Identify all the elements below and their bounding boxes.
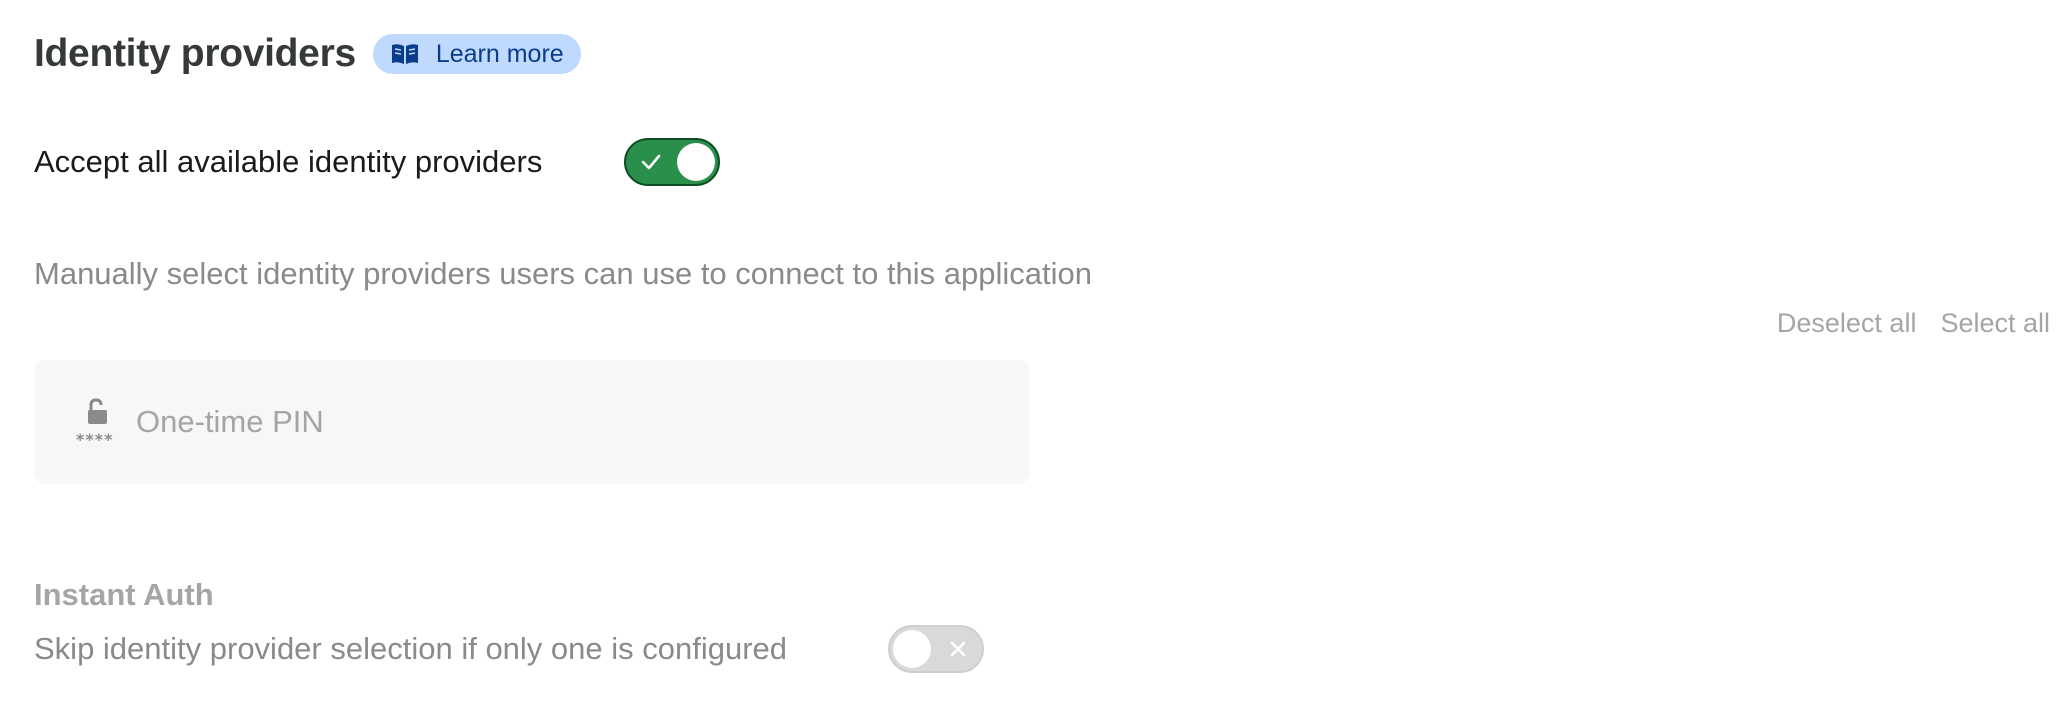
checkmark-icon (640, 152, 662, 172)
identity-providers-page: Identity providers Learn more Accept all… (0, 0, 2072, 722)
book-icon (390, 42, 420, 66)
accept-all-label: Accept all available identity providers (34, 144, 543, 179)
instant-auth-label: Skip identity provider selection if only… (34, 631, 788, 666)
accept-all-toggle[interactable] (624, 138, 720, 186)
learn-more-label: Learn more (435, 39, 564, 68)
provider-name: One-time PIN (136, 404, 324, 439)
provider-card-one-time-pin[interactable]: **** One-time PIN (34, 360, 1030, 484)
close-icon (949, 640, 967, 658)
pin-mask-text: **** (76, 430, 114, 449)
instant-auth-toggle[interactable] (888, 625, 984, 673)
toggle-knob (677, 143, 715, 181)
section-header: Identity providers Learn more (34, 32, 581, 76)
selection-actions: Deselect all Select all (1777, 308, 2050, 339)
deselect-all-button[interactable]: Deselect all (1777, 308, 1917, 339)
page-title: Identity providers (34, 32, 356, 75)
unlock-icon: **** (76, 397, 118, 449)
toggle-knob (893, 630, 931, 668)
accept-all-row: Accept all available identity providers (34, 138, 720, 186)
manual-select-description: Manually select identity providers users… (34, 256, 1093, 291)
select-all-button[interactable]: Select all (1940, 308, 2050, 339)
learn-more-button[interactable]: Learn more (372, 34, 581, 74)
instant-auth-row: Skip identity provider selection if only… (34, 625, 984, 673)
instant-auth-title: Instant Auth (34, 577, 214, 612)
